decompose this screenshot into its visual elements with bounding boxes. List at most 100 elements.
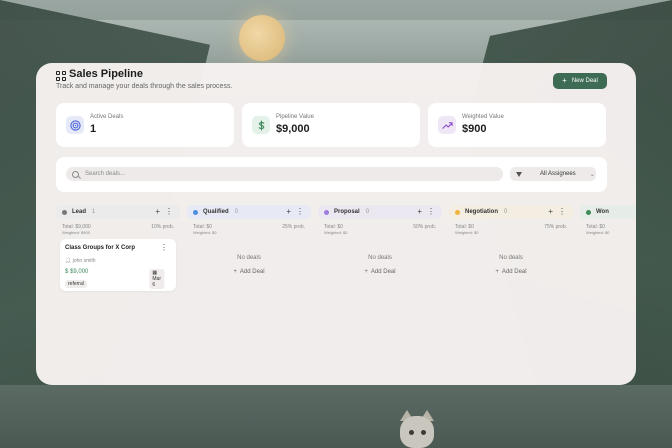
column-weighted: Weighted: $0 (193, 230, 217, 235)
column-header: Lead 1 + ⋮ (56, 205, 180, 219)
stat-card-pipeline-value: Pipeline Value $9,000 (242, 103, 420, 147)
grid-icon (56, 71, 66, 81)
column-header: Proposal 0 + ⋮ (318, 205, 442, 219)
column-weighted: Weighted: $0 (455, 230, 479, 235)
add-deal-label: Add Deal (370, 269, 396, 275)
stat-card-active-deals: Active Deals 1 (56, 103, 234, 147)
add-deal-button[interactable]: + Add Deal (449, 269, 573, 275)
add-icon[interactable]: + (155, 207, 160, 216)
column-name: Qualified (203, 209, 229, 215)
column-probability: 10% prob. (151, 224, 174, 230)
column-summary: Total: $0 Weighted: $0 25% prob. (187, 219, 311, 235)
column-weighted: Weighted: $0 (586, 230, 610, 235)
stat-card-weighted-value: Weighted Value $900 (428, 103, 606, 147)
add-deal-label: Add Deal (239, 269, 265, 275)
pipeline-column-won: Won Total: $0 Weighted: $0 (580, 205, 636, 235)
plus-icon: + (562, 76, 567, 85)
target-icon (66, 116, 84, 134)
deal-date-badge: ▦ Mar 6 (149, 269, 164, 289)
sales-pipeline-window: Sales Pipeline Track and manage your dea… (36, 63, 636, 385)
pipeline-column-qualified: Qualified 0 + ⋮ Total: $0 Weighted: $0 2… (187, 205, 311, 275)
deal-owner: 👤︎ john smith (65, 258, 96, 264)
column-probability: 50% prob. (413, 224, 436, 230)
column-header: Won (580, 205, 636, 219)
add-icon[interactable]: + (548, 207, 553, 216)
assignee-filter-value: All Assignees (540, 171, 576, 177)
stat-label: Pipeline Value (276, 114, 314, 120)
column-count: 1 (92, 209, 96, 215)
column-count: 0 (504, 209, 508, 215)
plus-icon: + (364, 269, 368, 275)
trend-up-icon (438, 116, 456, 134)
stat-value: $900 (462, 123, 487, 135)
add-deal-label: Add Deal (501, 269, 527, 275)
deal-title: Class Groups for X Corp (65, 245, 136, 251)
column-name: Won (596, 209, 609, 215)
column-name: Proposal (334, 209, 360, 215)
deal-amount: $ $9,000 (65, 269, 88, 275)
new-deal-label: New Deal (571, 78, 598, 84)
column-summary: Total: $9,000 Weighted: $900 10% prob. (56, 219, 180, 235)
stage-dot (62, 209, 67, 215)
column-name: Lead (72, 209, 87, 215)
deal-amount-value: $9,000 (70, 269, 89, 275)
stat-label: Weighted Value (462, 114, 504, 120)
add-icon[interactable]: + (286, 207, 291, 216)
plus-icon: + (233, 269, 237, 275)
column-summary: Total: $0 Weighted: $0 75% prob. (449, 219, 573, 235)
filter-bar: Search deals... All Assignees ⌄ (56, 157, 607, 192)
background-cat (398, 410, 436, 448)
filter-icon (516, 171, 522, 177)
stage-dot (586, 209, 591, 215)
deal-owner-name: john smith (72, 258, 96, 264)
empty-state-text: No deals (368, 255, 392, 261)
dollar-icon: $ (65, 269, 69, 275)
page-title: Sales Pipeline (69, 68, 143, 80)
search-placeholder: Search deals... (85, 171, 126, 177)
search-input[interactable]: Search deals... (66, 167, 503, 181)
pipeline-column-lead: Lead 1 + ⋮ Total: $9,000 Weighted: $900 … (56, 205, 180, 291)
more-vertical-icon[interactable]: ⋮ (165, 207, 173, 216)
user-icon: 👤︎ (65, 258, 72, 264)
column-count: 0 (234, 209, 239, 215)
new-deal-button[interactable]: + New Deal (553, 73, 607, 89)
background-moon (239, 15, 285, 61)
column-count: 0 (365, 209, 370, 215)
stage-dot (455, 209, 460, 215)
add-icon[interactable]: + (417, 207, 422, 216)
empty-state-text: No deals (237, 255, 261, 261)
more-vertical-icon[interactable]: ⋮ (558, 207, 566, 216)
assignee-filter-select[interactable]: All Assignees ⌄ (510, 167, 596, 181)
column-probability: 75% prob. (544, 224, 567, 230)
column-summary: Total: $0 Weighted: $0 50% prob. (318, 219, 442, 235)
background-lake (0, 385, 672, 448)
pipeline-column-proposal: Proposal 0 + ⋮ Total: $0 Weighted: $0 50… (318, 205, 442, 275)
stat-value: 1 (90, 123, 97, 135)
more-vertical-icon[interactable]: ⋮ (427, 207, 435, 216)
chevron-down-icon: ⌄ (589, 171, 595, 178)
deal-tag: referral (65, 280, 87, 288)
column-probability: 25% prob. (282, 224, 305, 230)
deal-card[interactable]: Class Groups for X Corp ⋮ 👤︎ john smith … (60, 239, 176, 291)
stage-dot (193, 209, 198, 215)
deal-date: Mar 6 (152, 276, 161, 288)
column-weighted: Weighted: $0 (324, 230, 348, 235)
add-deal-button[interactable]: + Add Deal (318, 269, 442, 275)
dollar-icon (252, 116, 270, 134)
column-weighted: Weighted: $900 (62, 230, 90, 235)
column-header: Negotiation 0 + ⋮ (449, 205, 573, 219)
page-subtitle: Track and manage your deals through the … (56, 83, 233, 90)
stat-label: Active Deals (90, 114, 124, 120)
stat-value: $9,000 (276, 123, 310, 135)
column-name: Negotiation (465, 209, 498, 215)
add-deal-button[interactable]: + Add Deal (187, 269, 311, 275)
stage-dot (324, 209, 329, 215)
column-header: Qualified 0 + ⋮ (187, 205, 311, 219)
plus-icon: + (495, 269, 499, 275)
more-vertical-icon[interactable]: ⋮ (296, 207, 304, 216)
search-icon (72, 170, 79, 178)
pipeline-column-negotiation: Negotiation 0 + ⋮ Total: $0 Weighted: $0… (449, 205, 573, 275)
column-summary: Total: $0 Weighted: $0 (580, 219, 636, 235)
more-vertical-icon[interactable]: ⋮ (160, 243, 168, 252)
empty-state-text: No deals (499, 255, 523, 261)
